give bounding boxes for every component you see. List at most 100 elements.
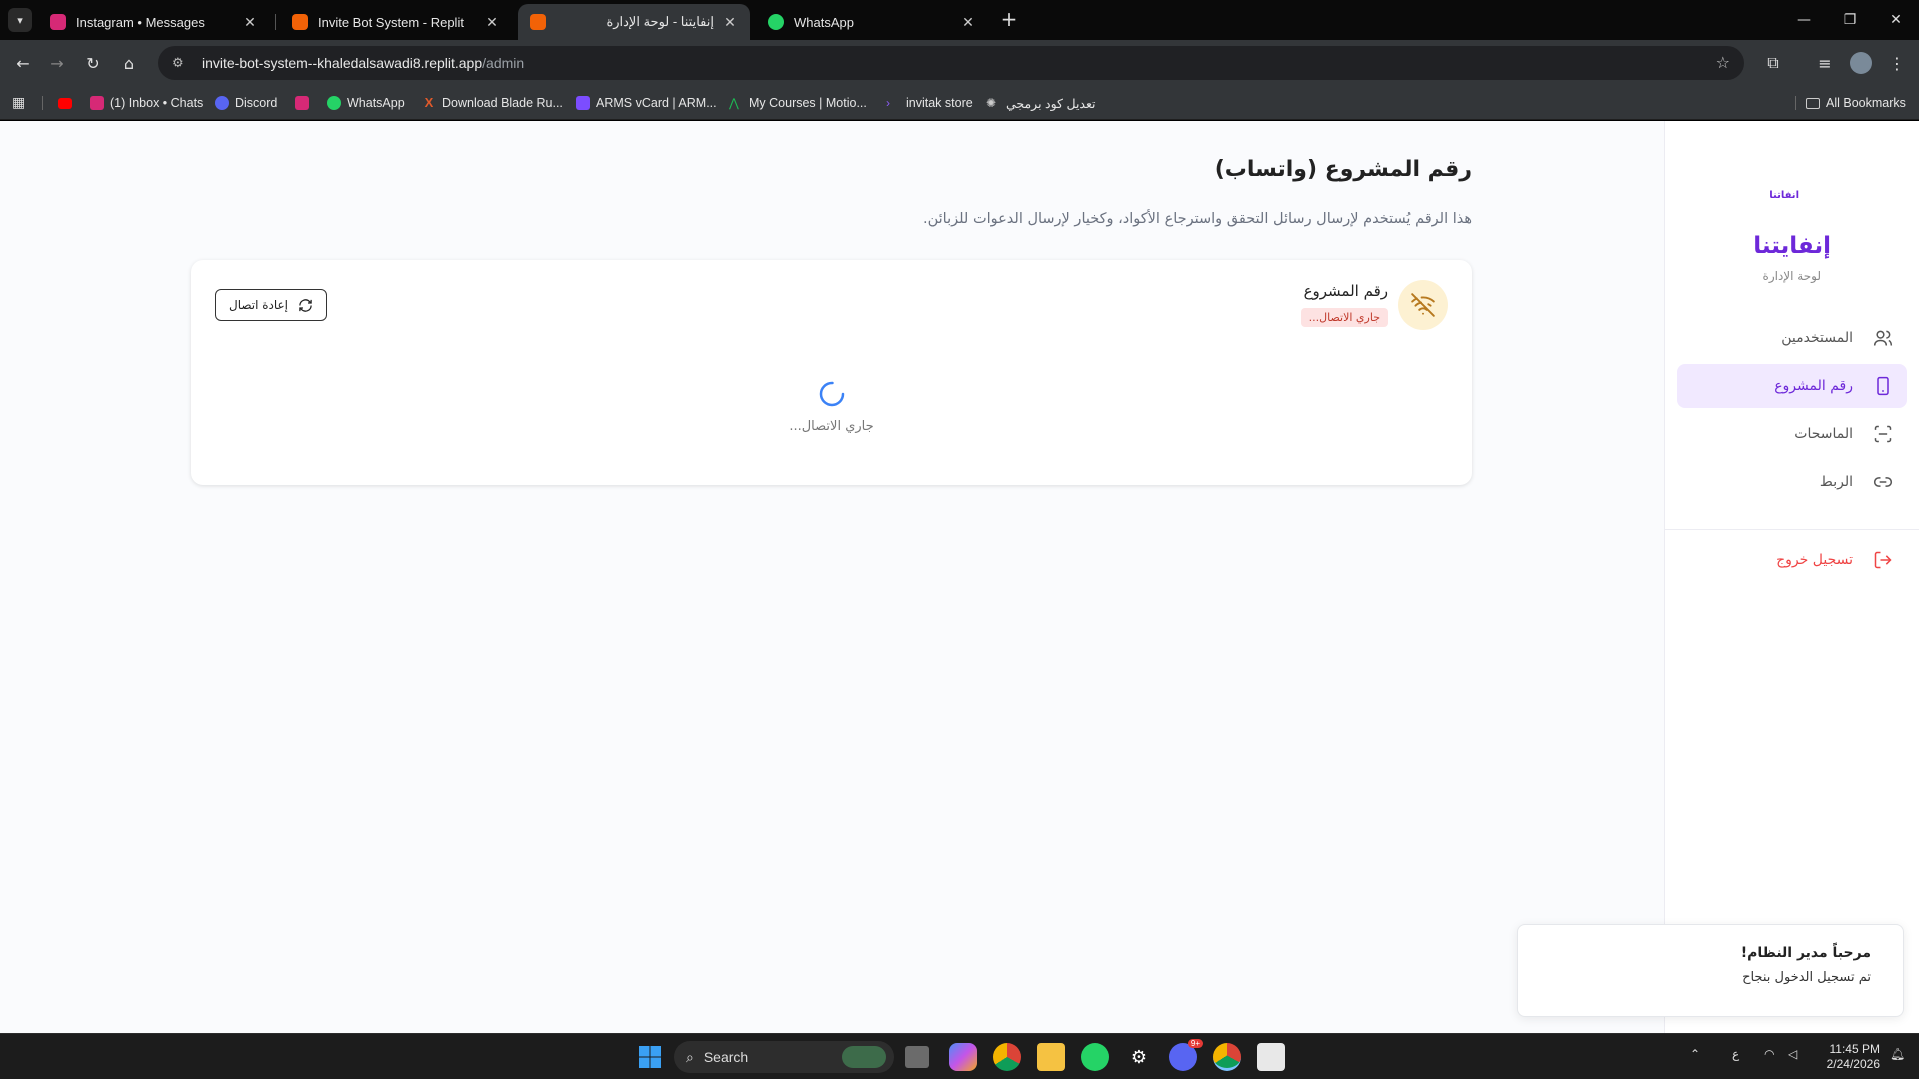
refresh-icon xyxy=(298,298,313,313)
bookmark-whatsapp[interactable]: WhatsApp xyxy=(327,93,405,113)
logo: انفاتنا xyxy=(1769,190,1799,201)
whatsapp-connection-card: رقم المشروع جاري الاتصال... إعادة اتصال … xyxy=(191,260,1472,485)
profile-avatar[interactable] xyxy=(1846,48,1876,78)
whatsapp-icon xyxy=(768,14,784,30)
replit-icon xyxy=(530,14,546,30)
site-info-icon[interactable]: ⚙ xyxy=(172,56,192,71)
restore-icon[interactable]: ❐ xyxy=(1827,0,1873,40)
wifi-off-icon xyxy=(1398,280,1448,330)
loading-text: جاري الاتصال... xyxy=(789,419,874,434)
taskbar-search[interactable]: ⌕ Search xyxy=(674,1041,894,1073)
forward-icon[interactable]: → xyxy=(42,48,72,78)
close-icon[interactable]: ✕ xyxy=(960,14,976,31)
steam-icon[interactable]: ⚙ xyxy=(1125,1043,1153,1071)
reload-icon[interactable]: ↻ xyxy=(78,48,108,78)
store-icon: › xyxy=(886,96,890,110)
sidebar-item-users[interactable]: المستخدمين xyxy=(1677,316,1907,360)
bookmark-invitak-store[interactable]: › invitak store xyxy=(886,93,973,113)
tab-search-button[interactable]: ▾ xyxy=(8,8,32,32)
notification-badge: 9+ xyxy=(1187,1039,1203,1048)
reconnect-button[interactable]: إعادة اتصال xyxy=(215,289,327,321)
bookmark-star-icon[interactable]: ☆ xyxy=(1716,53,1730,72)
bookmarks-bar: ▦ (1) Inbox • Chats Discord WhatsApp X D… xyxy=(0,86,1919,120)
browser-toolbar: ← → ↻ ⌂ ⚙ invite-bot-system--khaledalsaw… xyxy=(0,40,1919,86)
wifi-icon[interactable]: ◠ xyxy=(1764,1047,1774,1061)
scan-icon xyxy=(1873,424,1893,444)
close-icon[interactable]: ✕ xyxy=(484,14,500,31)
toast-title: مرحباً مدير النظام! xyxy=(1740,945,1871,961)
language-indicator[interactable]: ع xyxy=(1732,1047,1739,1061)
folder-icon xyxy=(1806,97,1820,109)
close-icon[interactable]: ✕ xyxy=(242,14,258,31)
volume-icon[interactable]: ◁ xyxy=(1788,1047,1797,1061)
discord-icon[interactable]: 9+ xyxy=(1169,1039,1203,1071)
apps-grid-icon[interactable]: ▦ xyxy=(12,95,28,111)
media-controls-icon[interactable]: ≡ xyxy=(1810,48,1840,78)
home-icon[interactable]: ⌂ xyxy=(114,48,144,78)
chevron-up-icon[interactable]: ⌃ xyxy=(1690,1047,1700,1061)
back-icon[interactable]: ← xyxy=(8,48,38,78)
bookmark-code-edit[interactable]: ✺ تعديل كود برمجي xyxy=(986,93,1096,113)
bookmark-instagram[interactable] xyxy=(295,93,315,113)
bookmark-discord[interactable]: Discord xyxy=(215,93,277,113)
tab-title: Instagram • Messages xyxy=(76,14,205,30)
copilot-icon[interactable] xyxy=(949,1043,977,1071)
window-close-icon[interactable]: ✕ xyxy=(1873,0,1919,40)
sidebar-item-project-number[interactable]: رقم المشروع xyxy=(1677,364,1907,408)
page-title: رقم المشروع (واتساب) xyxy=(1214,157,1472,182)
tab-instagram[interactable]: Instagram • Messages ✕ xyxy=(38,4,270,40)
instagram-icon xyxy=(90,96,104,110)
address-bar[interactable]: ⚙ invite-bot-system--khaledalsawadi8.rep… xyxy=(158,46,1744,80)
tab-title: إنفايتنا - لوحة الإدارة xyxy=(606,14,714,29)
chrome-icon[interactable] xyxy=(993,1043,1021,1071)
all-bookmarks[interactable]: All Bookmarks xyxy=(1806,93,1906,113)
bookmark-instagram-inbox[interactable]: (1) Inbox • Chats xyxy=(90,93,203,113)
sidebar-item-scanners[interactable]: الماسحات xyxy=(1677,412,1907,456)
windows-taskbar: ⌕ Search ⚙ 9+ ⌃ ع ◠ ◁ 11:45 PM 2/24/2026… xyxy=(0,1033,1919,1079)
brand-name: إنفايتنا xyxy=(1753,233,1831,259)
whatsapp-icon[interactable] xyxy=(1081,1043,1109,1071)
close-icon[interactable]: ✕ xyxy=(722,14,738,31)
task-view-icon[interactable] xyxy=(905,1046,929,1068)
bookmark-youtube[interactable] xyxy=(58,93,78,113)
new-tab-button[interactable]: + xyxy=(996,8,1022,32)
link-icon xyxy=(1873,472,1893,492)
sidebar-item-integration[interactable]: الربط xyxy=(1677,460,1907,504)
url-text[interactable]: invite-bot-system--khaledalsawadi8.repli… xyxy=(202,55,524,71)
toast-message: تم تسجيل الدخول بنجاح xyxy=(1742,970,1871,985)
admin-page: انفاتنا إنفايتنا لوحة الإدارة المستخدمين… xyxy=(0,121,1919,1033)
instagram-icon xyxy=(50,14,66,30)
discord-icon xyxy=(215,96,229,110)
notification-bell-icon[interactable]: 🔔︎ xyxy=(1890,1047,1905,1061)
chrome-active-icon[interactable] xyxy=(1213,1043,1241,1071)
loading-spinner xyxy=(818,380,846,412)
windows-start-icon[interactable] xyxy=(636,1043,664,1071)
bookmark-blade-runner[interactable]: X Download Blade Ru... xyxy=(422,93,563,113)
app-icon[interactable] xyxy=(1257,1043,1285,1071)
instagram-icon xyxy=(295,96,309,110)
replit-icon xyxy=(292,14,308,30)
brand-subtitle: لوحة الإدارة xyxy=(1762,269,1821,283)
pen-icon xyxy=(576,96,590,110)
whatsapp-icon xyxy=(327,96,341,110)
chart-icon: ⋀ xyxy=(729,96,739,110)
status-badge: جاري الاتصال... xyxy=(1300,308,1388,327)
page-description: هذا الرقم يُستخدم لإرسال رسائل التحقق وا… xyxy=(923,211,1472,227)
logout-button[interactable]: تسجيل خروج xyxy=(1677,538,1907,582)
file-explorer-icon[interactable] xyxy=(1037,1043,1065,1071)
search-icon: ⌕ xyxy=(686,1048,694,1065)
menu-icon[interactable]: ⋮ xyxy=(1882,48,1912,78)
tab-replit[interactable]: Invite Bot System - Replit ✕ xyxy=(280,4,512,40)
extensions-icon[interactable]: ⧉ xyxy=(1758,48,1788,78)
sidebar-divider xyxy=(1664,529,1919,530)
tab-whatsapp[interactable]: WhatsApp ✕ xyxy=(756,4,988,40)
search-highlight-image xyxy=(842,1046,886,1068)
phone-icon xyxy=(1873,376,1893,396)
tab-title: WhatsApp xyxy=(794,14,854,30)
openai-icon: ✺ xyxy=(986,96,997,110)
minimize-icon[interactable]: — xyxy=(1781,0,1827,40)
system-clock[interactable]: 11:45 PM 2/24/2026 xyxy=(1810,1042,1880,1072)
bookmark-arms-vcard[interactable]: ARMS vCard | ARM... xyxy=(576,93,717,113)
tab-admin-active[interactable]: إنفايتنا - لوحة الإدارة ✕ xyxy=(518,4,750,40)
bookmark-my-courses[interactable]: ⋀ My Courses | Motio... xyxy=(729,93,867,113)
